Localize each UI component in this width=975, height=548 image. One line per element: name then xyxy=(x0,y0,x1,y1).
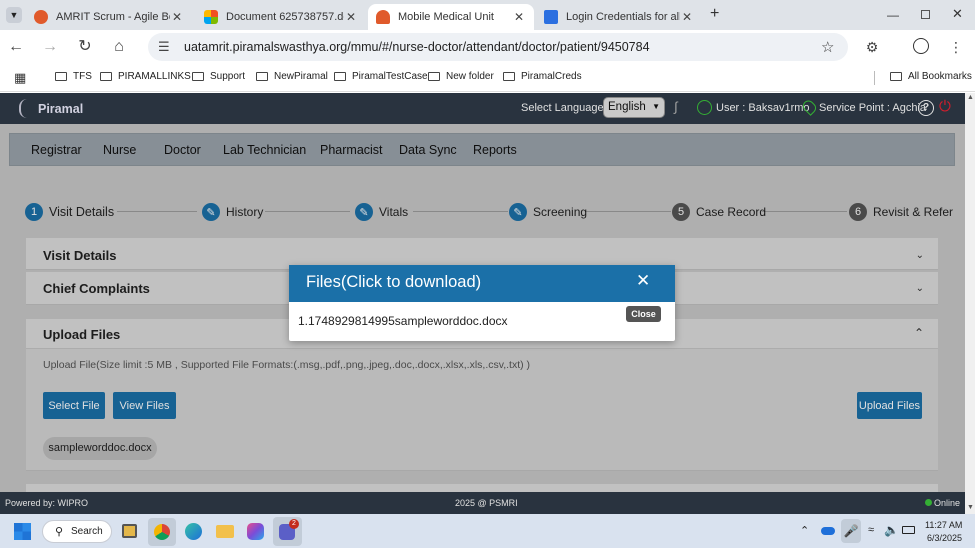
profile-icon[interactable] xyxy=(913,38,929,54)
site-info-icon[interactable]: ☰ xyxy=(158,39,170,55)
close-tab-icon[interactable]: ✕ xyxy=(170,10,184,24)
chrome-taskbar-icon[interactable] xyxy=(148,518,176,546)
onedrive-icon[interactable] xyxy=(821,527,835,535)
home-icon[interactable]: ⌂ xyxy=(109,37,129,57)
bookmark-piramallinks[interactable]: PIRAMALLINKS xyxy=(100,71,191,82)
bookmark-support[interactable]: Support xyxy=(192,71,245,82)
bookmarks-bar: ▦ TFS PIRAMALLINKS Support NewPiramal Pi… xyxy=(0,64,975,92)
folder-icon xyxy=(55,72,67,81)
office-icon xyxy=(204,10,218,24)
bookmark-piramaltestcase[interactable]: PiramalTestCase xyxy=(334,71,428,82)
scroll-down-icon[interactable]: ▼ xyxy=(967,504,974,511)
m365-icon[interactable] xyxy=(247,523,264,540)
taskbar-search[interactable]: ⚲ Search xyxy=(42,520,112,543)
scroll-up-icon[interactable]: ▲ xyxy=(967,94,974,101)
forward-icon[interactable]: → xyxy=(40,37,60,57)
close-tab-icon[interactable]: ✕ xyxy=(512,10,526,24)
folder-icon xyxy=(428,72,440,81)
reload-icon[interactable]: ↻ xyxy=(75,37,95,57)
notification-badge: 2 xyxy=(289,519,299,529)
apps-grid-icon[interactable]: ▦ xyxy=(14,70,26,86)
amrit-icon xyxy=(34,10,48,24)
extensions-icon[interactable]: ⚙ xyxy=(862,37,882,57)
close-button[interactable]: Close xyxy=(626,306,661,322)
address-bar[interactable]: ☰ uatamrit.piramalswasthya.org/mmu/#/nur… xyxy=(148,33,848,61)
browser-tab-login-credentials[interactable]: Login Credentials for all Ser ✕ xyxy=(536,4,702,30)
browser-tab-strip: ▼ AMRIT Scrum - Agile Board ✕ Document 6… xyxy=(0,0,975,30)
page-scrollbar[interactable]: ▲ ▼ xyxy=(965,93,975,514)
file-download-link[interactable]: 1.1748929814995sampleworddoc.docx xyxy=(298,314,508,328)
windows-taskbar: ⚲ Search 2 ⌃ 🎤 ≈ 🔈 11:27 AM 6/3/2025 xyxy=(0,514,975,548)
browser-tab-mobile-medical-unit[interactable]: Mobile Medical Unit ✕ xyxy=(368,4,534,30)
bookmark-tfs[interactable]: TFS xyxy=(55,71,92,82)
browser-tab-amrit[interactable]: AMRIT Scrum - Agile Board ✕ xyxy=(26,4,192,30)
folder-icon xyxy=(100,72,112,81)
close-tab-icon[interactable]: ✕ xyxy=(680,10,694,24)
bookmark-newpiramal[interactable]: NewPiramal xyxy=(256,71,328,82)
edge-icon[interactable] xyxy=(185,523,202,540)
microphone-muted-icon[interactable]: 🎤 xyxy=(841,519,861,543)
dialog-header: Files(Click to download) ✕ xyxy=(289,265,675,302)
tab-list-icon[interactable]: ▼ xyxy=(6,7,22,23)
clock-time[interactable]: 11:27 AM xyxy=(925,520,962,530)
piramal-icon xyxy=(376,10,390,24)
teams-taskbar-icon[interactable]: 2 xyxy=(273,517,302,546)
close-tab-icon[interactable]: ✕ xyxy=(344,10,358,24)
confluence-icon xyxy=(544,10,558,24)
clock-date[interactable]: 6/3/2025 xyxy=(927,533,962,543)
folder-icon xyxy=(192,72,204,81)
dialog-title: Files(Click to download) xyxy=(306,273,482,291)
files-dialog: Files(Click to download) ✕ 1.17489298149… xyxy=(289,265,675,341)
url-text[interactable]: uatamrit.piramalswasthya.org/mmu/#/nurse… xyxy=(184,40,650,54)
show-hidden-icons[interactable]: ⌃ xyxy=(800,524,809,537)
browser-tab-document[interactable]: Document 625738757.docx ✕ xyxy=(196,4,366,30)
volume-icon[interactable]: 🔈 xyxy=(884,523,899,537)
wifi-icon[interactable]: ≈ xyxy=(868,524,874,536)
bookmarks-divider xyxy=(874,71,875,85)
folder-icon xyxy=(503,72,515,81)
new-tab-button[interactable]: + xyxy=(710,5,719,23)
folder-icon xyxy=(890,72,902,81)
bookmark-piramalcreds[interactable]: PiramalCreds xyxy=(503,71,582,82)
browser-menu-icon[interactable]: ⋮ xyxy=(946,37,966,57)
all-bookmarks[interactable]: All Bookmarks xyxy=(890,71,972,82)
close-window-icon[interactable]: ✕ xyxy=(952,6,963,22)
close-icon[interactable]: ✕ xyxy=(636,271,650,291)
battery-icon[interactable] xyxy=(902,526,915,534)
file-explorer-icon[interactable] xyxy=(216,525,234,538)
restore-icon[interactable] xyxy=(921,10,930,19)
chrome-icon xyxy=(154,524,170,540)
browser-toolbar: ← → ↻ ⌂ ☰ uatamrit.piramalswasthya.org/m… xyxy=(0,30,975,64)
back-icon[interactable]: ← xyxy=(6,37,26,57)
folder-icon xyxy=(256,72,268,81)
task-view-icon[interactable] xyxy=(122,524,137,538)
folder-icon xyxy=(334,72,346,81)
minimize-icon[interactable]: — xyxy=(887,8,899,22)
bookmark-star-icon[interactable]: ☆ xyxy=(821,38,834,56)
bookmark-new-folder[interactable]: New folder xyxy=(428,71,494,82)
windows-start-icon[interactable] xyxy=(14,523,31,540)
search-icon: ⚲ xyxy=(55,526,64,538)
